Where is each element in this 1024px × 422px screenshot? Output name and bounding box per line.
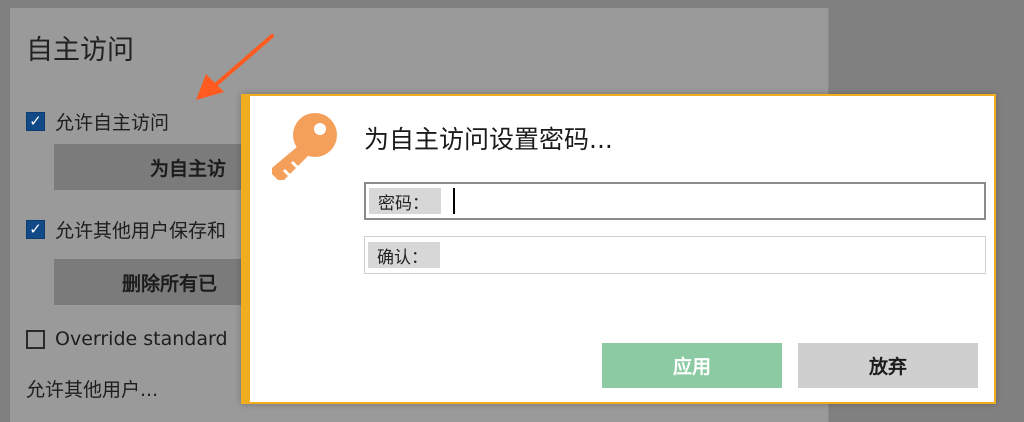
override-checkbox-row[interactable]: Override standard xyxy=(26,328,228,350)
override-checkbox[interactable] xyxy=(26,329,45,349)
allow-autonomous-checkbox[interactable]: ✓ xyxy=(26,112,45,131)
allow-save-label: 允许其他用户保存和 xyxy=(55,220,227,242)
allow-autonomous-label: 允许自主访问 xyxy=(55,112,170,134)
apply-button[interactable]: 应用 xyxy=(602,343,782,388)
confirm-label: 确认： xyxy=(368,242,440,268)
confirm-field[interactable]: 确认： xyxy=(364,236,986,274)
allow-others-text: 允许其他用户... xyxy=(26,379,159,401)
discard-button[interactable]: 放弃 xyxy=(798,343,978,388)
password-input[interactable] xyxy=(455,183,984,219)
section-title: 自主访问 xyxy=(26,35,134,66)
override-label: Override standard xyxy=(55,328,228,350)
allow-save-checkbox[interactable]: ✓ xyxy=(26,220,45,239)
confirm-input[interactable] xyxy=(440,236,985,274)
password-label: 密码： xyxy=(369,188,441,214)
password-field[interactable]: 密码： xyxy=(364,182,986,220)
dialog-title: 为自主访问设置密码... xyxy=(364,125,613,154)
set-password-dialog: 为自主访问设置密码... 密码： 确认： 应用 放弃 xyxy=(241,94,996,404)
allow-save-checkbox-row[interactable]: ✓ 允许其他用户保存和 xyxy=(26,216,226,243)
allow-autonomous-checkbox-row[interactable]: ✓ 允许自主访问 xyxy=(26,108,169,135)
key-icon xyxy=(272,113,337,180)
